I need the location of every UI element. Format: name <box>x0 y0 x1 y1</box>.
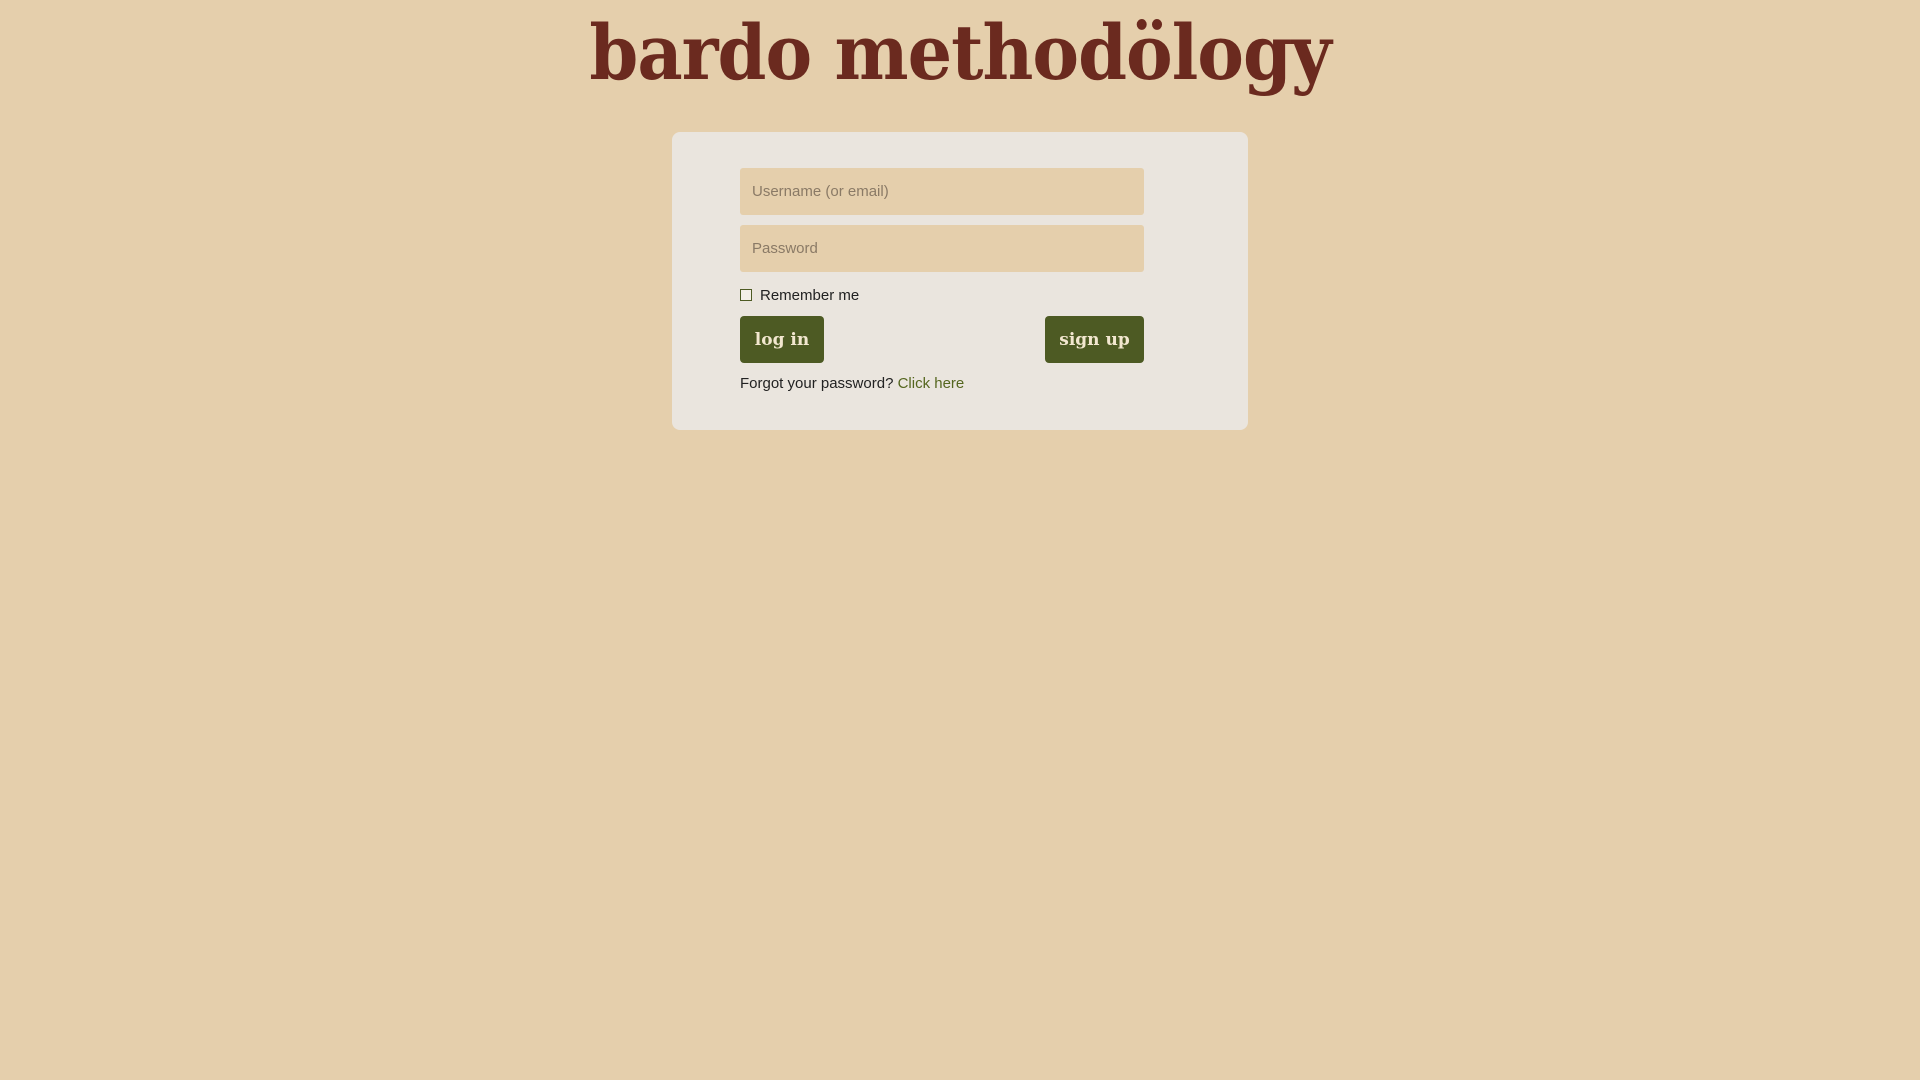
password-input[interactable] <box>740 225 1144 272</box>
remember-me-label: Remember me <box>760 286 860 304</box>
remember-me-checkbox[interactable] <box>740 289 752 301</box>
forgot-password-text: Forgot your password? Click here <box>740 375 964 392</box>
login-card: Remember me log in sign up Forgot your p… <box>672 132 1248 430</box>
signup-button[interactable]: sign up <box>1045 316 1144 363</box>
username-input[interactable] <box>740 168 1144 215</box>
remember-me-row[interactable]: Remember me <box>740 285 859 305</box>
site-logo: bardo methodölogy <box>589 7 1331 98</box>
login-button[interactable]: log in <box>740 316 824 363</box>
forgot-password-link[interactable]: Click here <box>898 375 965 392</box>
forgot-password-label: Forgot your password? <box>740 375 894 392</box>
